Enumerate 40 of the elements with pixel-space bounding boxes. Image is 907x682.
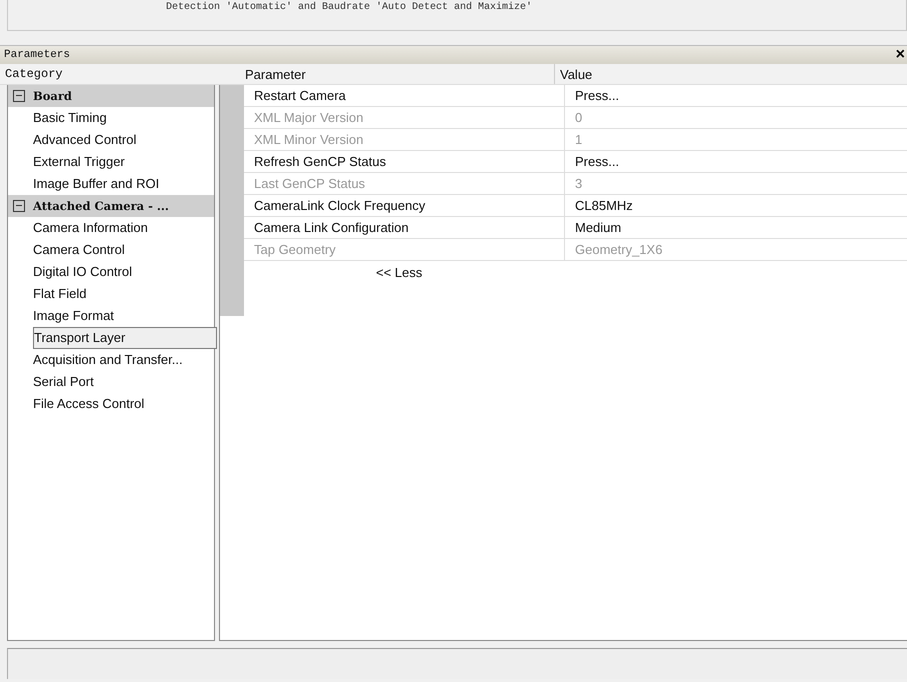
parameter-name: Last GenCP Status xyxy=(244,173,565,194)
column-header[interactable]: Value xyxy=(554,64,907,84)
parameter-name: CameraLink Clock Frequency xyxy=(244,195,565,216)
category-item[interactable]: Serial Port xyxy=(8,371,214,393)
category-item[interactable]: File Access Control xyxy=(8,393,214,415)
category-group[interactable]: Board xyxy=(8,85,214,107)
category-item[interactable]: Acquisition and Transfer... xyxy=(8,349,214,371)
parameter-name: Refresh GenCP Status xyxy=(244,151,565,172)
parameter-name: XML Major Version xyxy=(244,107,565,128)
category-item[interactable]: External Trigger xyxy=(8,151,214,173)
category-item[interactable]: Digital IO Control xyxy=(8,261,214,283)
collapse-icon[interactable] xyxy=(13,90,25,102)
parameter-name: Camera Link Configuration xyxy=(244,217,565,238)
category-header: Category xyxy=(4,67,64,81)
category-item[interactable]: Transport Layer xyxy=(33,327,217,349)
category-group[interactable]: Attached Camera - ... xyxy=(8,195,214,217)
parameter-value: 3 xyxy=(574,175,584,193)
parameter-value[interactable]: Press... xyxy=(565,151,907,172)
category-item[interactable]: Image Format xyxy=(8,305,214,327)
parameter-value: Geometry_1X6 xyxy=(574,241,664,259)
parameter-name: Tap Geometry xyxy=(244,239,565,260)
category-item[interactable]: Flat Field xyxy=(8,283,214,305)
collapse-icon[interactable] xyxy=(13,200,25,212)
panel-title: Parameters xyxy=(4,49,70,61)
parameter-name: Restart Camera xyxy=(244,85,565,106)
category-item[interactable]: Camera Information xyxy=(8,217,214,239)
parameter-value[interactable]: CL85MHz xyxy=(565,195,907,216)
category-item[interactable]: Image Buffer and ROI xyxy=(8,173,214,195)
parameter-value[interactable]: Medium xyxy=(565,217,907,238)
close-button[interactable]: × xyxy=(894,47,907,63)
column-header[interactable]: Parameter xyxy=(233,64,554,84)
parameter-value: 1 xyxy=(574,131,584,149)
category-item[interactable]: Basic Timing xyxy=(8,107,214,129)
category-item[interactable]: Advanced Control xyxy=(8,129,214,151)
parameter-value: 0 xyxy=(574,109,584,127)
category-item[interactable]: Camera Control xyxy=(8,239,214,261)
less-link[interactable]: << Less xyxy=(376,264,422,280)
parameter-value[interactable]: Press... xyxy=(565,85,907,106)
status-message: Detection 'Automatic' and Baudrate 'Auto Detect and Maximize' xyxy=(166,2,532,13)
parameter-name: XML Minor Version xyxy=(244,129,565,150)
